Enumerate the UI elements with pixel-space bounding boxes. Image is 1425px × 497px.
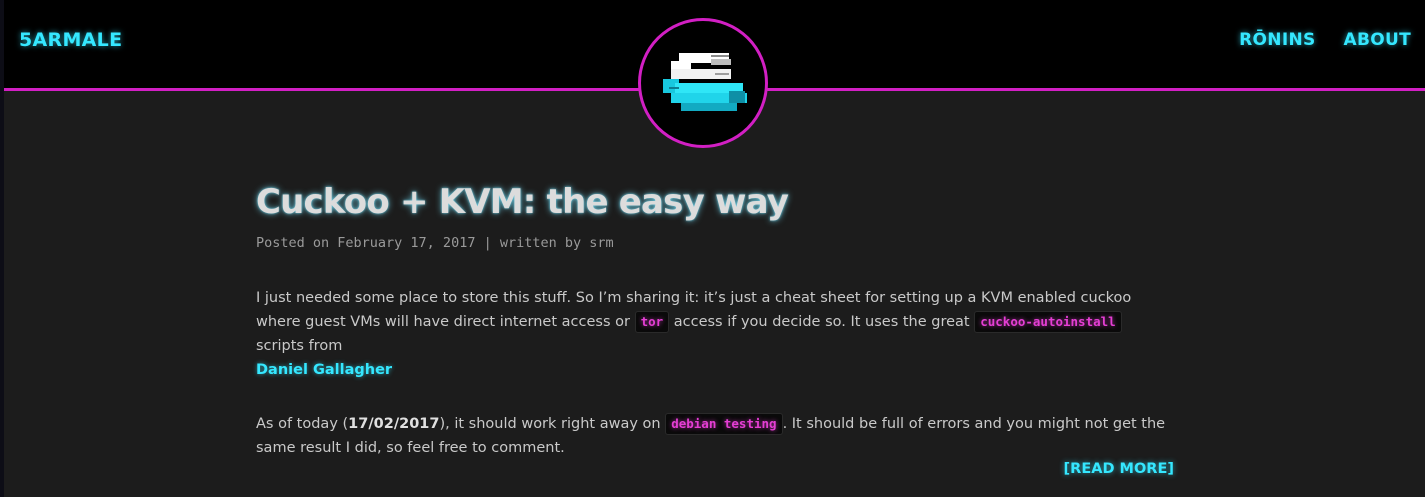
main-nav: RŌNINS ABOUT [1239, 30, 1411, 50]
page: 5ARMALE RŌNINS ABOUT Cuckoo + KVM: the e… [0, 0, 1425, 497]
code-debian-testing: debian testing [665, 413, 783, 435]
paragraph-text: scripts from [256, 338, 343, 354]
nav-ronins-link[interactable]: RŌNINS [1239, 30, 1315, 50]
date-text: 17/02/2017 [348, 416, 440, 432]
post-paragraph-1: I just needed some place to store this s… [256, 286, 1174, 382]
post-paragraph-2: As of today (17/02/2017), it should work… [256, 412, 1174, 460]
read-more-link[interactable]: [READ MORE] [1064, 461, 1174, 477]
paragraph-text: ), it should work right away on [439, 416, 666, 432]
post-article: Cuckoo + KVM: the easy way Posted on Feb… [256, 178, 1174, 477]
post-title-link[interactable]: Cuckoo + KVM: the easy way [256, 178, 1174, 226]
post-meta: Posted on February 17, 2017 | written by… [256, 235, 614, 251]
daniel-gallagher-link[interactable]: Daniel Gallagher [256, 362, 392, 378]
paragraph-text: As of today ( [256, 416, 349, 432]
nav-about-link[interactable]: ABOUT [1344, 30, 1411, 50]
code-tor: tor [634, 311, 670, 333]
site-brand-link[interactable]: 5ARMALE [19, 29, 122, 51]
site-logo[interactable] [638, 18, 768, 148]
paragraph-text: access if you decide so. It uses the gre… [669, 314, 975, 330]
pixel-s-logo-icon [663, 53, 747, 111]
code-cuckoo-autoinstall: cuckoo-autoinstall [974, 311, 1122, 333]
